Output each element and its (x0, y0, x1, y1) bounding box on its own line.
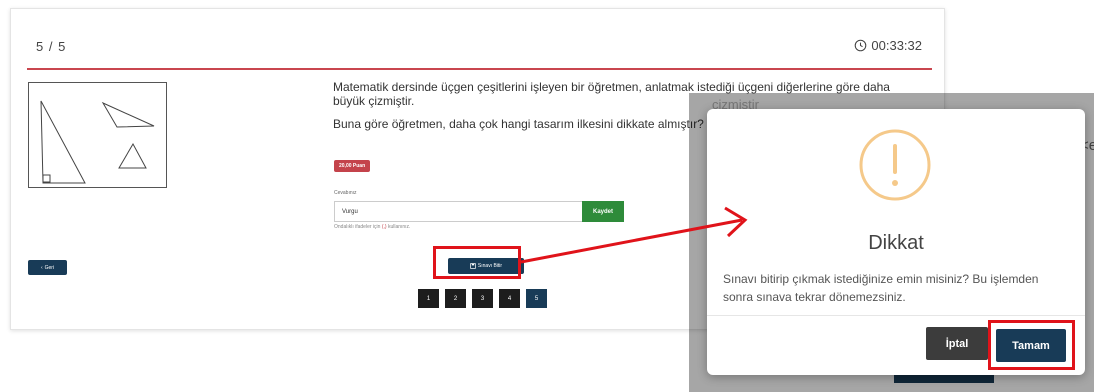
decimal-hint: Ondalıklı ifadeler için (,) kullanınız. (334, 224, 410, 230)
back-label: Geri (44, 264, 55, 271)
header-divider (27, 68, 932, 70)
triangles-illustration (40, 100, 155, 184)
question-pagination: 1 2 3 4 5 (418, 289, 547, 308)
save-button[interactable]: Kaydet (582, 201, 624, 222)
hint-symbol: (,) (381, 224, 387, 230)
answer-label: Cevabınız (334, 190, 357, 196)
triangles-figure (28, 82, 167, 188)
screen: <e 5 / 5 00:33:32 Matematik dersinde üçg… (0, 0, 1094, 392)
hint-suffix: kullanınız. (387, 224, 411, 230)
clock-icon (855, 39, 867, 52)
chevron-left-icon: ‹ (40, 264, 43, 271)
question-counter: 5 / 5 (36, 39, 67, 54)
hint-prefix: Ondalıklı ifadeler için (334, 224, 381, 230)
dialog-title: Dikkat (868, 232, 924, 254)
timer: 00:33:32 (854, 38, 922, 53)
confirm-dialog: Dikkat Sınavı bitirip çıkmak istediğiniz… (707, 109, 1085, 375)
confirm-button-highlight (988, 320, 1075, 370)
points-badge: 20,00 Puan (334, 160, 371, 172)
cancel-button[interactable]: İptal (926, 327, 988, 360)
page-button-1[interactable]: 1 (418, 289, 439, 308)
page-button-5[interactable]: 5 (526, 289, 547, 308)
answer-input[interactable]: Vurgu (334, 201, 583, 222)
page-button-3[interactable]: 3 (472, 289, 493, 308)
finish-button-highlight (433, 246, 521, 279)
page-button-4[interactable]: 4 (499, 289, 520, 308)
exclamation-circle-icon (859, 129, 931, 201)
timer-value: 00:33:32 (871, 38, 922, 53)
page-button-2[interactable]: 2 (445, 289, 466, 308)
back-button[interactable]: ‹ Geri (28, 260, 67, 275)
dialog-divider (707, 315, 1085, 316)
dialog-message: Sınavı bitirip çıkmak istediğinize emin … (723, 272, 1039, 304)
